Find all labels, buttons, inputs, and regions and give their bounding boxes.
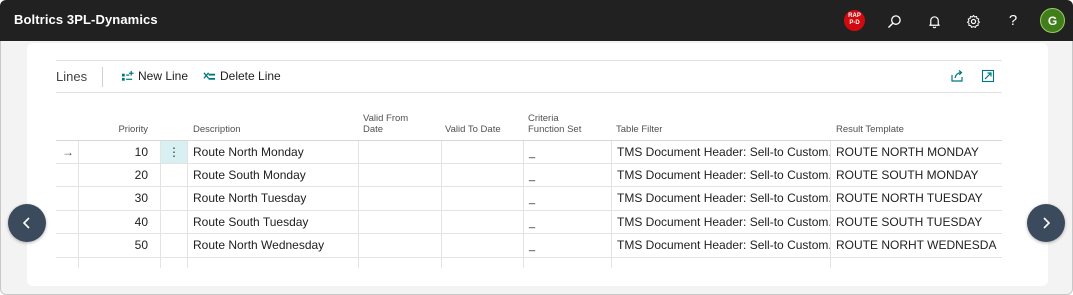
delete-line-icon <box>203 71 216 80</box>
valid-to-date-cell[interactable] <box>441 141 523 163</box>
settings-button[interactable] <box>963 11 983 31</box>
result-template-cell[interactable]: ROUTE NORTH MONDAY <box>830 141 1002 163</box>
row-menu-cell[interactable] <box>160 234 187 257</box>
company-badge-line2: P-D <box>849 20 860 26</box>
company-badge[interactable]: RAP P-D <box>844 10 865 31</box>
grid-rows: → 10 ⋮ Route North Monday _ TMS Document Head… <box>56 140 1002 268</box>
table-filter-cell[interactable]: TMS Document Header: Sell-to Custom... <box>611 141 830 163</box>
empty-cell <box>830 257 1002 268</box>
column-header-valid-to-date[interactable]: Valid To Date <box>445 105 525 139</box>
empty-cell <box>56 258 78 268</box>
row-indicator: → <box>62 145 74 159</box>
valid-from-date-cell[interactable] <box>358 163 441 186</box>
row-indicator <box>56 164 78 187</box>
valid-to-date-cell[interactable] <box>441 210 523 233</box>
top-bar: Boltrics 3PL-Dynamics RAP P-D ? G <box>0 0 1073 41</box>
criteria-function-set-cell[interactable]: _ <box>523 234 611 257</box>
result-template-cell[interactable]: ROUTE NORHT WEDNESDA <box>830 234 1002 257</box>
lines-caption[interactable]: Lines <box>56 69 87 84</box>
notifications-button[interactable] <box>924 11 944 31</box>
empty-cell <box>187 257 358 268</box>
table-row[interactable]: 20 Route South Monday _ TMS Document Header… <box>56 163 1002 187</box>
row-menu-cell[interactable] <box>160 187 187 210</box>
search-button[interactable] <box>884 11 904 31</box>
valid-from-date-cell[interactable] <box>358 234 441 257</box>
search-icon <box>887 14 901 28</box>
company-badge-line1: RAP <box>848 13 861 19</box>
criteria-function-set-cell[interactable]: _ <box>523 163 611 186</box>
row-indicator <box>56 211 78 234</box>
criteria-function-set-cell[interactable]: _ <box>523 187 611 210</box>
empty-cell <box>358 257 441 268</box>
result-template-cell[interactable]: ROUTE SOUTH MONDAY <box>830 163 1002 186</box>
share-icon[interactable] <box>949 68 965 84</box>
empty-cell <box>523 257 611 268</box>
description-cell[interactable]: Route North Wednesday <box>187 234 358 257</box>
chevron-right-icon <box>1043 217 1051 229</box>
priority-cell[interactable]: 50 <box>78 234 160 257</box>
table-row[interactable]: 50 Route North Wednesday _ TMS Document Hea… <box>56 234 1002 258</box>
valid-to-date-cell[interactable] <box>441 187 523 210</box>
new-line-icon <box>121 70 134 81</box>
action-bar-divider <box>102 67 103 87</box>
help-button[interactable]: ? <box>1003 11 1023 31</box>
description-cell[interactable]: Route South Monday <box>187 163 358 186</box>
empty-cell <box>441 257 523 268</box>
bell-icon <box>928 15 940 28</box>
column-header-table-filter[interactable]: Table Filter <box>616 105 816 139</box>
valid-from-date-cell[interactable] <box>358 210 441 233</box>
table-filter-cell[interactable]: TMS Document Header: Sell-to Custom... <box>611 210 830 233</box>
empty-cell <box>160 257 187 268</box>
new-line-label: New Line <box>138 69 189 83</box>
description-cell[interactable]: Route North Tuesday <box>187 187 358 210</box>
column-header-result-template[interactable]: Result Template <box>836 105 986 139</box>
column-header-description[interactable]: Description <box>193 105 353 139</box>
valid-from-date-cell[interactable] <box>358 141 441 163</box>
help-icon: ? <box>1008 12 1018 29</box>
valid-from-date-cell[interactable] <box>358 187 441 210</box>
new-line-button[interactable]: New Line <box>121 69 188 83</box>
table-filter-cell[interactable]: TMS Document Header: Sell-to Custom... <box>611 234 830 257</box>
empty-new-row[interactable] <box>56 257 1002 268</box>
table-filter-cell[interactable]: TMS Document Header: Sell-to Custom... <box>611 187 830 210</box>
row-menu-cell[interactable] <box>160 163 187 186</box>
priority-cell[interactable]: 10 <box>78 141 160 163</box>
user-avatar[interactable]: G <box>1040 8 1065 33</box>
empty-cell <box>611 257 830 268</box>
row-indicator <box>56 187 78 210</box>
table-row[interactable]: 40 Route South Tuesday _ TMS Document Heade… <box>56 210 1002 234</box>
gear-icon <box>966 14 980 28</box>
delete-line-button[interactable]: Delete Line <box>203 69 281 83</box>
priority-cell[interactable]: 20 <box>78 163 160 186</box>
description-cell[interactable]: Route South Tuesday <box>187 210 358 233</box>
table-row[interactable]: → 10 ⋮ Route North Monday _ TMS Document Head… <box>56 140 1002 164</box>
valid-to-date-cell[interactable] <box>441 163 523 186</box>
empty-cell <box>78 257 160 268</box>
expand-icon[interactable] <box>980 68 996 84</box>
priority-cell[interactable]: 30 <box>78 187 160 210</box>
lines-action-bar: Lines New Line Delete Line <box>56 60 1002 93</box>
criteria-function-set-cell[interactable]: _ <box>523 141 611 163</box>
result-template-cell[interactable]: ROUTE SOUTH TUESDAY <box>830 210 1002 233</box>
previous-record-button[interactable] <box>8 204 46 242</box>
delete-line-label: Delete Line <box>220 69 281 83</box>
column-header-criteria-function-set[interactable]: Criteria Function Set <box>528 105 613 139</box>
table-filter-cell[interactable]: TMS Document Header: Sell-to Custom... <box>611 163 830 186</box>
column-header-priority[interactable]: Priority <box>80 105 148 139</box>
chevron-left-icon <box>22 217 30 229</box>
result-template-cell[interactable]: ROUTE NORTH TUESDAY <box>830 187 1002 210</box>
valid-to-date-cell[interactable] <box>441 234 523 257</box>
next-record-button[interactable] <box>1027 204 1065 242</box>
row-menu-cell[interactable] <box>160 210 187 233</box>
description-cell[interactable]: Route North Monday <box>187 141 358 163</box>
column-header-valid-from-date[interactable]: Valid From Date <box>363 105 443 139</box>
app-title[interactable]: Boltrics 3PL-Dynamics <box>14 12 158 27</box>
row-indicator <box>56 234 78 257</box>
criteria-function-set-cell[interactable]: _ <box>523 210 611 233</box>
row-menu-cell[interactable]: ⋮ <box>160 141 187 163</box>
priority-cell[interactable]: 40 <box>78 210 160 233</box>
table-row[interactable]: 30 Route North Tuesday _ TMS Document Heade… <box>56 187 1002 211</box>
